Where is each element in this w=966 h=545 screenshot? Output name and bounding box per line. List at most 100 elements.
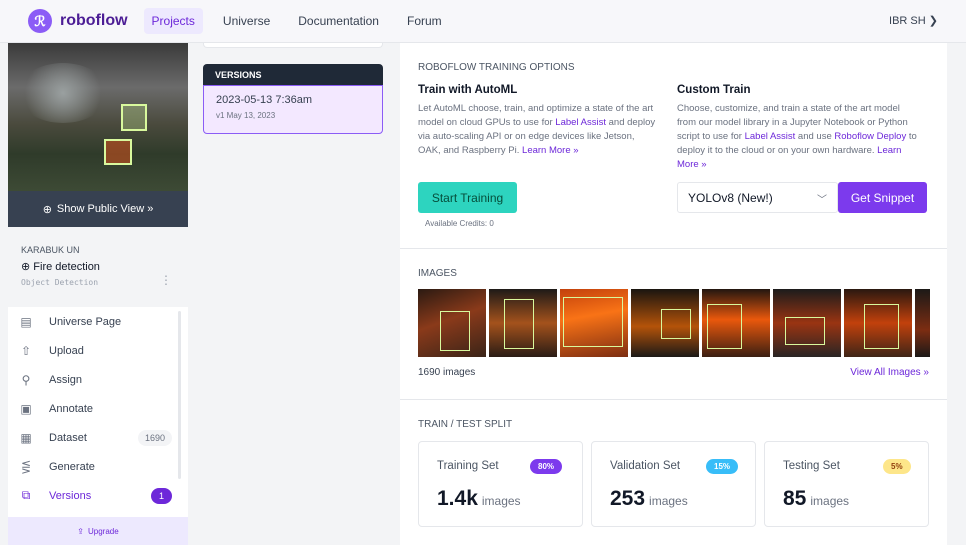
custom-train-column: Custom Train Choose, customize, and trai… [677,83,917,172]
project-type: Object Detection [21,278,99,287]
version-subtitle: v1 May 13, 2023 [216,111,276,120]
label-assist-link[interactable]: Label Assist [555,117,606,128]
validation-set-card: Validation Set 15% 253 images [591,441,756,527]
user-name: IBR SH [889,15,926,27]
roboflow-deploy-link[interactable]: Roboflow Deploy [834,131,906,142]
image-thumbnail[interactable] [489,289,557,357]
version-date: 2023-05-13 7:36am [216,94,313,106]
split-label: Testing Set [783,460,840,472]
image-thumbnail[interactable] [560,289,628,357]
versions-header: VERSIONS [203,64,383,85]
upgrade-button[interactable]: ⇪ Upgrade [8,517,188,545]
versions-search-box[interactable] [203,43,383,48]
project-sidebar: ⊕ Show Public View » KARABUK UN ⊕ Fire d… [8,43,188,545]
training-options-section: ROBOFLOW TRAINING OPTIONS Train with Aut… [400,43,947,249]
sidebar-item-label: Versions [49,489,92,502]
split-label: Validation Set [610,460,681,472]
search-icon: ⚲ [21,372,31,387]
sidebar-scrollbar[interactable] [178,311,181,479]
split-value: 85 images [783,487,850,510]
image-thumbnail[interactable] [702,289,770,357]
roboflow-logo[interactable]: ℛ roboflow [28,0,128,43]
image-thumbnails [418,289,930,357]
image-thumbnail[interactable] [631,289,699,357]
training-set-card: Training Set 80% 1.4k images [418,441,583,527]
image-thumbnail[interactable] [915,289,930,357]
image-count: 1690 images [418,367,476,378]
learn-more-link[interactable]: Learn More » [522,145,579,156]
page-scrollbar[interactable] [962,43,966,545]
versions-count-badge: 1 [150,487,172,504]
split-value: 253 images [610,487,688,510]
sidebar-item-label: Assign [49,373,83,386]
nav-documentation[interactable]: Documentation [290,8,387,34]
get-snippet-button[interactable]: Get Snippet [838,182,927,213]
top-navbar: ℛ roboflow Projects Universe Documentati… [0,0,966,43]
image-thumbnail[interactable] [418,289,486,357]
sidebar-item-versions[interactable]: ⧉ Versions 1 [8,481,188,510]
label-assist-link[interactable]: Label Assist [745,131,796,142]
split-title: TRAIN / TEST SPLIT [418,419,513,430]
project-name-row: ⊕ Fire detection [21,260,176,273]
workspace-name: KARABUK UN [21,245,80,255]
project-preview-image [8,43,188,191]
sidebar-item-label: Annotate [49,402,94,415]
custom-text: and use [795,131,835,142]
annotate-icon: ▣ [20,401,32,416]
versions-panel: VERSIONS 2023-05-13 7:36am v1 May 13, 20… [203,64,383,134]
automl-title: Train with AutoML [418,84,518,96]
nav-universe[interactable]: Universe [215,8,278,34]
nav-projects[interactable]: Projects [143,8,203,34]
upgrade-icon: ⇪ [77,526,84,536]
sidebar-item-label: Universe Page [49,315,122,328]
model-select[interactable]: YOLOv8 (New!) ﹀ [677,182,838,213]
user-menu[interactable]: IBR SH ❯ [889,14,938,27]
sidebar-item-annotate[interactable]: ▣ Annotate [8,394,188,423]
upgrade-label: Upgrade [88,526,119,536]
split-value: 1.4k images [437,487,521,510]
sidebar-item-generate[interactable]: ⋚ Generate [8,452,188,481]
generate-icon: ⋚ [20,459,32,474]
view-all-images-link[interactable]: View All Images » [850,367,929,378]
sidebar-item-label: Upload [49,344,84,357]
project-info: KARABUK UN ⊕ Fire detection Object Detec… [8,227,188,307]
sidebar-menu: ▤ Universe Page ⇧ Upload ⚲ Assign ▣ Annotate… [8,307,188,510]
roboflow-logo-icon: ℛ [28,9,52,33]
kebab-menu-icon[interactable]: ⋮ [160,273,172,287]
upload-icon: ⇧ [20,343,32,358]
sidebar-item-assign[interactable]: ⚲ Assign [8,365,188,394]
split-label: Training Set [437,460,499,472]
globe-icon: ⊕ [21,261,34,273]
testing-set-card: Testing Set 5% 85 images [764,441,929,527]
sidebar-item-dataset[interactable]: ▦ Dataset 1690 [8,423,188,452]
smoke-shape [18,63,108,123]
automl-column: Train with AutoML Let AutoML choose, tra… [418,83,658,158]
available-credits: Available Credits: 0 [425,219,494,228]
custom-train-title: Custom Train [677,84,751,96]
show-public-view-button[interactable]: ⊕ Show Public View » [8,191,188,227]
training-options-title: ROBOFLOW TRAINING OPTIONS [418,62,575,73]
dataset-count-badge: 1690 [137,429,172,446]
sidebar-item-label: Dataset [49,431,87,444]
annotation-box [104,139,132,165]
project-name: Fire detection [33,261,100,273]
image-thumbnail[interactable] [844,289,912,357]
split-percent-badge: 15% [706,459,739,474]
globe-icon: ⊕ [42,203,52,216]
dataset-icon: ▦ [20,430,32,445]
images-title: IMAGES [418,268,457,279]
split-percent-badge: 80% [530,459,563,474]
universe-page-icon: ▤ [20,314,32,329]
nav-forum[interactable]: Forum [399,8,450,34]
sidebar-item-upload[interactable]: ⇧ Upload [8,336,188,365]
image-thumbnail[interactable] [773,289,841,357]
sidebar-item-label: Generate [49,460,95,473]
sidebar-item-universe-page[interactable]: ▤ Universe Page [8,307,188,336]
version-item[interactable]: 2023-05-13 7:36am v1 May 13, 2023 [203,85,383,134]
main-nav: Projects Universe Documentation Forum [143,8,462,34]
start-training-button[interactable]: Start Training [418,182,517,213]
version-detail: ROBOFLOW TRAINING OPTIONS Train with Aut… [400,43,947,545]
brand-name: roboflow [60,12,128,29]
chevron-down-icon: ❯ [928,15,938,27]
chevron-down-icon: ﹀ [817,195,827,206]
